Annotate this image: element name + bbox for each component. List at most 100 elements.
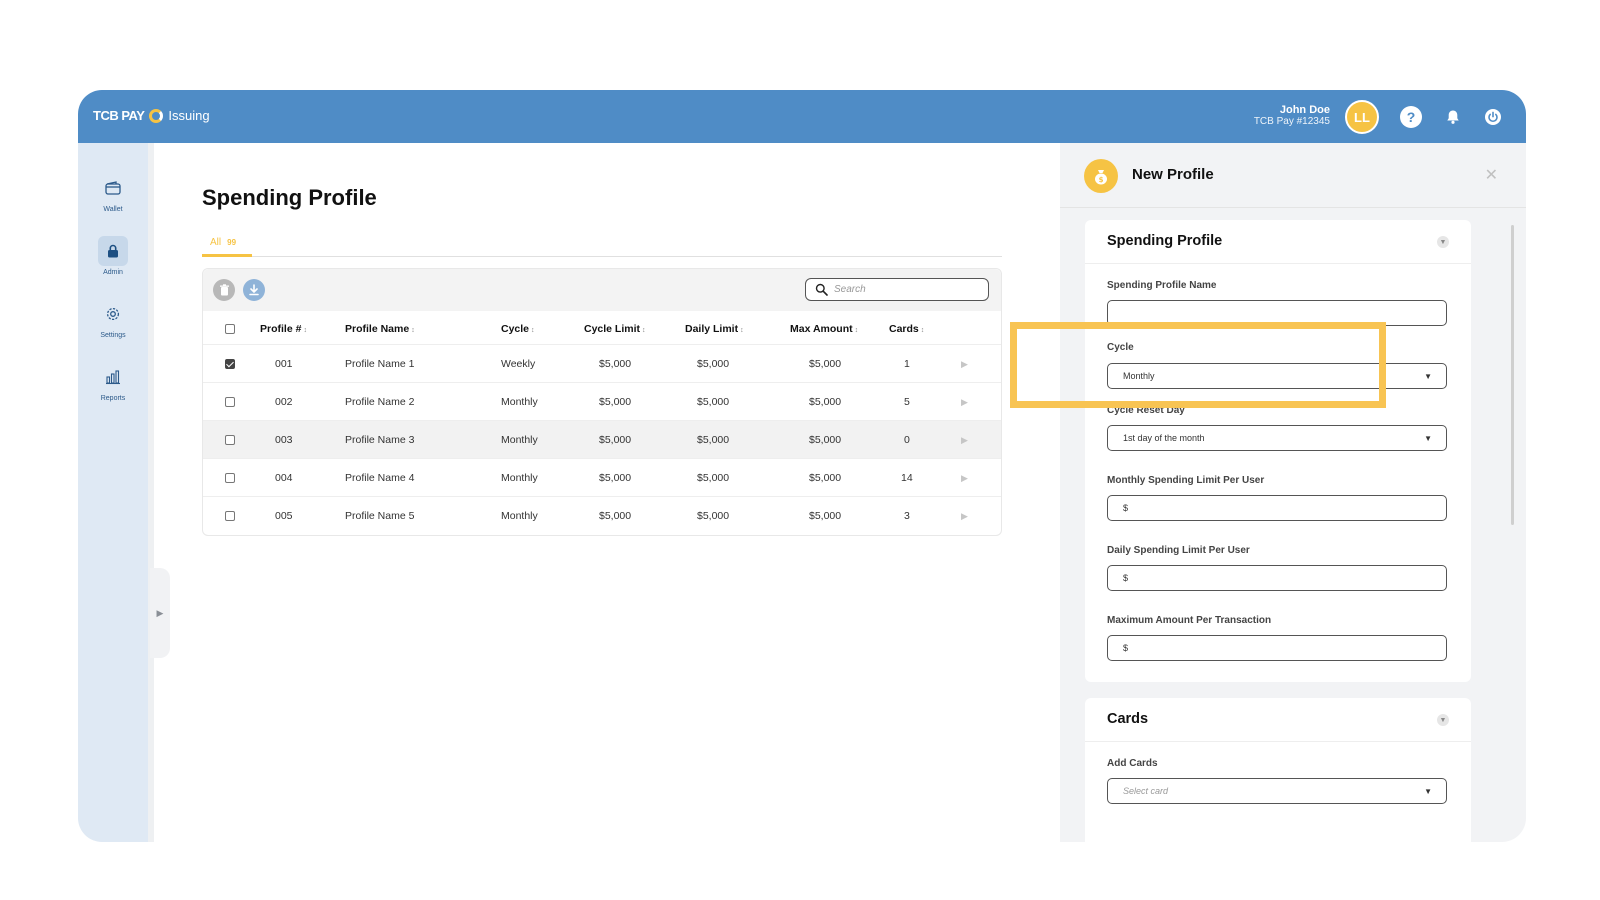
table-row[interactable]: 003 Profile Name 3 Monthly $5,000 $5,000… [203,420,1001,458]
cell-profile-number: 004 [275,472,293,484]
row-open-arrow-icon[interactable]: ▶ [961,397,968,408]
sidebar-item-wallet[interactable]: Wallet [78,173,148,213]
sidebar-item-label: Reports [100,395,126,402]
add-cards-label: Add Cards [1107,758,1158,769]
section-title: Spending Profile [1107,233,1223,249]
profile-name-input[interactable] [1107,300,1447,326]
row-checkbox[interactable] [225,397,235,407]
chevron-down-icon[interactable]: ▼ [1437,236,1449,248]
column-header-cycle[interactable]: Cycle ↕ [501,323,535,335]
reset-day-select[interactable]: 1st day of the month ▼ [1107,425,1447,451]
daily-limit-input[interactable]: $ [1107,565,1447,591]
user-name: John Doe [1279,104,1330,116]
table-row[interactable]: 004 Profile Name 4 Monthly $5,000 $5,000… [203,458,1001,496]
sort-icon: ↕ [642,327,646,334]
table-row[interactable]: 002 Profile Name 2 Monthly $5,000 $5,000… [203,382,1001,420]
sort-icon: ↕ [854,327,859,334]
tab-count: 99 [227,238,237,247]
avatar[interactable]: LL [1345,100,1379,134]
cell-profile-name: Profile Name 5 [345,510,415,522]
search-placeholder: Search [834,284,866,295]
cell-daily-limit: $5,000 [697,472,730,484]
delete-button[interactable] [213,279,235,301]
user-info: John Doe TCB Pay #12345 [1254,104,1330,128]
row-open-arrow-icon[interactable]: ▶ [961,511,968,522]
column-header-profile-name[interactable]: Profile Name ↕ [345,323,415,335]
reset-day-label: Cycle Reset Day [1107,405,1185,416]
cell-cycle-limit: $5,000 [599,472,632,484]
cell-cards: 0 [904,434,910,446]
sidebar-item-admin[interactable]: Admin [78,236,148,276]
select-all-checkbox[interactable] [225,324,235,334]
close-icon[interactable]: ✕ [1485,165,1498,185]
cell-profile-name: Profile Name 4 [345,472,415,484]
reset-day-value: 1st day of the month [1123,433,1205,443]
dropdown-caret-icon: ▼ [1424,434,1432,443]
bar-chart-icon [98,362,128,392]
column-header-cards[interactable]: Cards ↕ [889,323,924,335]
select-card-dropdown[interactable]: Select card ▼ [1107,778,1447,804]
max-amount-input[interactable]: $ [1107,635,1447,661]
table-row[interactable]: 001 Profile Name 1 Weekly $5,000 $5,000 … [203,344,1001,382]
cell-profile-name: Profile Name 3 [345,434,415,446]
cell-daily-limit: $5,000 [697,396,730,408]
cell-cards: 5 [904,396,910,408]
chevron-down-icon[interactable]: ▼ [1437,714,1449,726]
section-header[interactable]: Spending Profile ▼ [1085,220,1471,264]
sidebar-item-reports[interactable]: Reports [78,362,148,402]
sort-icon: ↕ [411,327,415,334]
section-title: Cards [1107,711,1149,727]
row-checkbox[interactable] [225,359,235,369]
cell-cards: 1 [904,358,910,370]
panel-title: New Profile [1132,166,1214,183]
brand-name: TCB PAY [93,108,145,123]
download-button[interactable] [243,279,265,301]
bell-icon[interactable] [1442,106,1464,128]
tab-label: All [210,237,222,248]
help-icon[interactable]: ? [1400,106,1422,128]
monthly-limit-input[interactable]: $ [1107,495,1447,521]
row-checkbox[interactable] [225,511,235,521]
sidebar-item-label: Settings [100,332,126,339]
daily-limit-label: Daily Spending Limit Per User [1107,545,1250,556]
cell-cycle: Monthly [501,510,538,522]
row-checkbox[interactable] [225,473,235,483]
column-header-cycle-limit[interactable]: Cycle Limit ↕ [584,323,646,335]
cell-profile-name: Profile Name 1 [345,358,415,370]
svg-text:$: $ [1099,176,1104,184]
cell-cards: 14 [901,472,913,484]
profile-name-label: Spending Profile Name [1107,280,1217,291]
cell-cycle: Monthly [501,396,538,408]
profiles-table: Search Profile # ↕ Profile Name ↕ Cycle ↕ C… [202,268,1002,536]
cell-cycle: Weekly [501,358,536,370]
section-header[interactable]: Cards ▼ [1085,698,1471,742]
panel-scrollbar[interactable] [1511,225,1514,525]
page-title: Spending Profile [202,185,377,210]
sidebar-item-settings[interactable]: Settings [78,299,148,339]
column-header-daily-limit[interactable]: Daily Limit ↕ [685,323,744,335]
cell-daily-limit: $5,000 [697,358,730,370]
search-input[interactable]: Search [805,278,989,301]
row-open-arrow-icon[interactable]: ▶ [961,473,968,484]
column-header-max-amount[interactable]: Max Amount ↕ [790,323,858,335]
expand-sidebar-button[interactable]: ▶ [150,568,170,658]
gear-icon [98,299,128,329]
power-icon[interactable] [1482,106,1504,128]
table-row[interactable]: 005 Profile Name 5 Monthly $5,000 $5,000… [203,496,1001,534]
cell-cards: 3 [904,510,910,522]
row-open-arrow-icon[interactable]: ▶ [961,435,968,446]
sort-icon: ↕ [740,327,744,334]
brand-logo[interactable]: TCB PAY Issuing [93,108,210,123]
row-open-arrow-icon[interactable]: ▶ [961,359,968,370]
cell-cycle-limit: $5,000 [599,434,632,446]
cell-max-amount: $5,000 [809,434,842,446]
dropdown-caret-icon: ▼ [1424,372,1432,381]
sidebar: Wallet Admin Settings Reports [78,143,148,842]
tab-all[interactable]: All 99 [202,233,252,257]
row-checkbox[interactable] [225,435,235,445]
cell-max-amount: $5,000 [809,358,842,370]
cycle-select[interactable]: Monthly ▼ [1107,363,1447,389]
column-header-profile-number[interactable]: Profile # ↕ [260,323,307,335]
cycle-value: Monthly [1123,371,1155,381]
tab-bar: All 99 [202,233,1002,257]
